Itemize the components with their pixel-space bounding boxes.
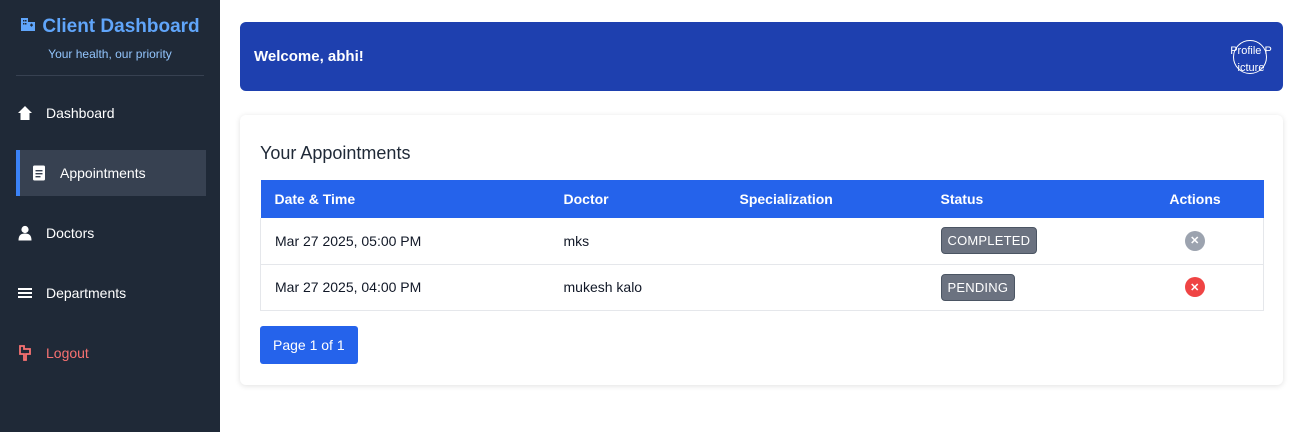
table-body: Mar 27 2025, 05:00 PM mks COMPLETED ✕ Ma… xyxy=(260,218,1264,311)
sidebar-item-label: Appointments xyxy=(60,165,146,181)
cell-actions: ✕ xyxy=(1126,264,1264,311)
sidebar-item-label: Doctors xyxy=(46,225,95,241)
sidebar-item-label: Dashboard xyxy=(46,105,115,121)
file-icon xyxy=(31,165,47,181)
sidebar-divider xyxy=(16,75,204,76)
close-icon: ✕ xyxy=(1190,235,1200,248)
appointments-table: Date & Time Doctor Specialization Status… xyxy=(260,180,1264,311)
cell-specialization xyxy=(725,218,927,265)
logout-icon xyxy=(17,345,33,361)
welcome-message: Welcome, abhi! xyxy=(254,48,364,65)
sidebar-item-doctors[interactable]: Doctors xyxy=(0,210,220,256)
status-badge: PENDING xyxy=(940,273,1016,301)
user-doctor-icon xyxy=(17,225,33,241)
table-header-row: Date & Time Doctor Specialization Status… xyxy=(260,180,1264,218)
brand-title: Client Dashboard xyxy=(42,16,200,37)
menu-icon xyxy=(17,285,33,301)
cell-doctor: mukesh kalo xyxy=(549,264,726,311)
cell-status: PENDING xyxy=(926,264,1127,311)
close-icon: ✕ xyxy=(1190,281,1200,294)
sidebar: Client Dashboard Your health, our priori… xyxy=(0,0,220,432)
sidebar-item-appointments[interactable]: Appointments xyxy=(16,150,206,196)
sidebar-item-label: Logout xyxy=(46,345,89,361)
table-header: Date & Time Doctor Specialization Status… xyxy=(260,180,1264,218)
hospital-icon xyxy=(20,16,36,38)
cancel-appointment-button[interactable]: ✕ xyxy=(1184,230,1205,251)
brand-tagline: Your health, our priority xyxy=(48,47,172,61)
cell-actions: ✕ xyxy=(1126,218,1264,265)
column-header-specialization: Specialization xyxy=(739,191,833,207)
column-header-actions: Actions xyxy=(1169,191,1221,207)
home-icon xyxy=(17,105,33,121)
cell-specialization xyxy=(725,264,927,311)
avatar-alt-text: Profile Picture xyxy=(1230,44,1272,75)
avatar[interactable]: Profile Picture xyxy=(1230,39,1272,74)
brand-title-row: Client Dashboard xyxy=(0,16,220,38)
sidebar-item-dashboard[interactable]: Dashboard xyxy=(0,90,220,136)
sidebar-nav: Dashboard Appointments Doctors Departmen… xyxy=(0,90,220,376)
app-root: Client Dashboard Your health, our priori… xyxy=(0,0,1291,432)
welcome-header: Welcome, abhi! Profile Picture xyxy=(240,22,1283,91)
cell-datetime: Mar 27 2025, 05:00 PM xyxy=(260,218,550,265)
table-row: Mar 27 2025, 05:00 PM mks COMPLETED ✕ xyxy=(260,218,1264,265)
brand: Client Dashboard Your health, our priori… xyxy=(0,0,220,75)
cell-doctor: mks xyxy=(549,218,726,265)
cancel-appointment-button[interactable]: ✕ xyxy=(1184,277,1205,297)
sidebar-item-label: Departments xyxy=(46,285,127,301)
column-header-status: Status xyxy=(940,191,984,207)
section-title: Your Appointments xyxy=(260,143,411,163)
appointments-card: Your Appointments Date & Time Doctor Spe… xyxy=(240,115,1283,385)
pagination-indicator[interactable]: Page 1 of 1 xyxy=(260,325,358,364)
sidebar-item-departments[interactable]: Departments xyxy=(0,270,220,316)
table-row: Mar 27 2025, 04:00 PM mukesh kalo PENDIN… xyxy=(260,264,1264,311)
column-header-datetime: Date & Time xyxy=(274,191,356,207)
main-content: Welcome, abhi! Profile Picture Your Appo… xyxy=(220,0,1291,432)
column-header-doctor: Doctor xyxy=(563,191,609,207)
cell-status: COMPLETED xyxy=(926,218,1127,265)
status-badge: COMPLETED xyxy=(940,227,1038,255)
cell-datetime: Mar 27 2025, 04:00 PM xyxy=(260,264,550,311)
sidebar-item-logout[interactable]: Logout xyxy=(0,330,220,376)
